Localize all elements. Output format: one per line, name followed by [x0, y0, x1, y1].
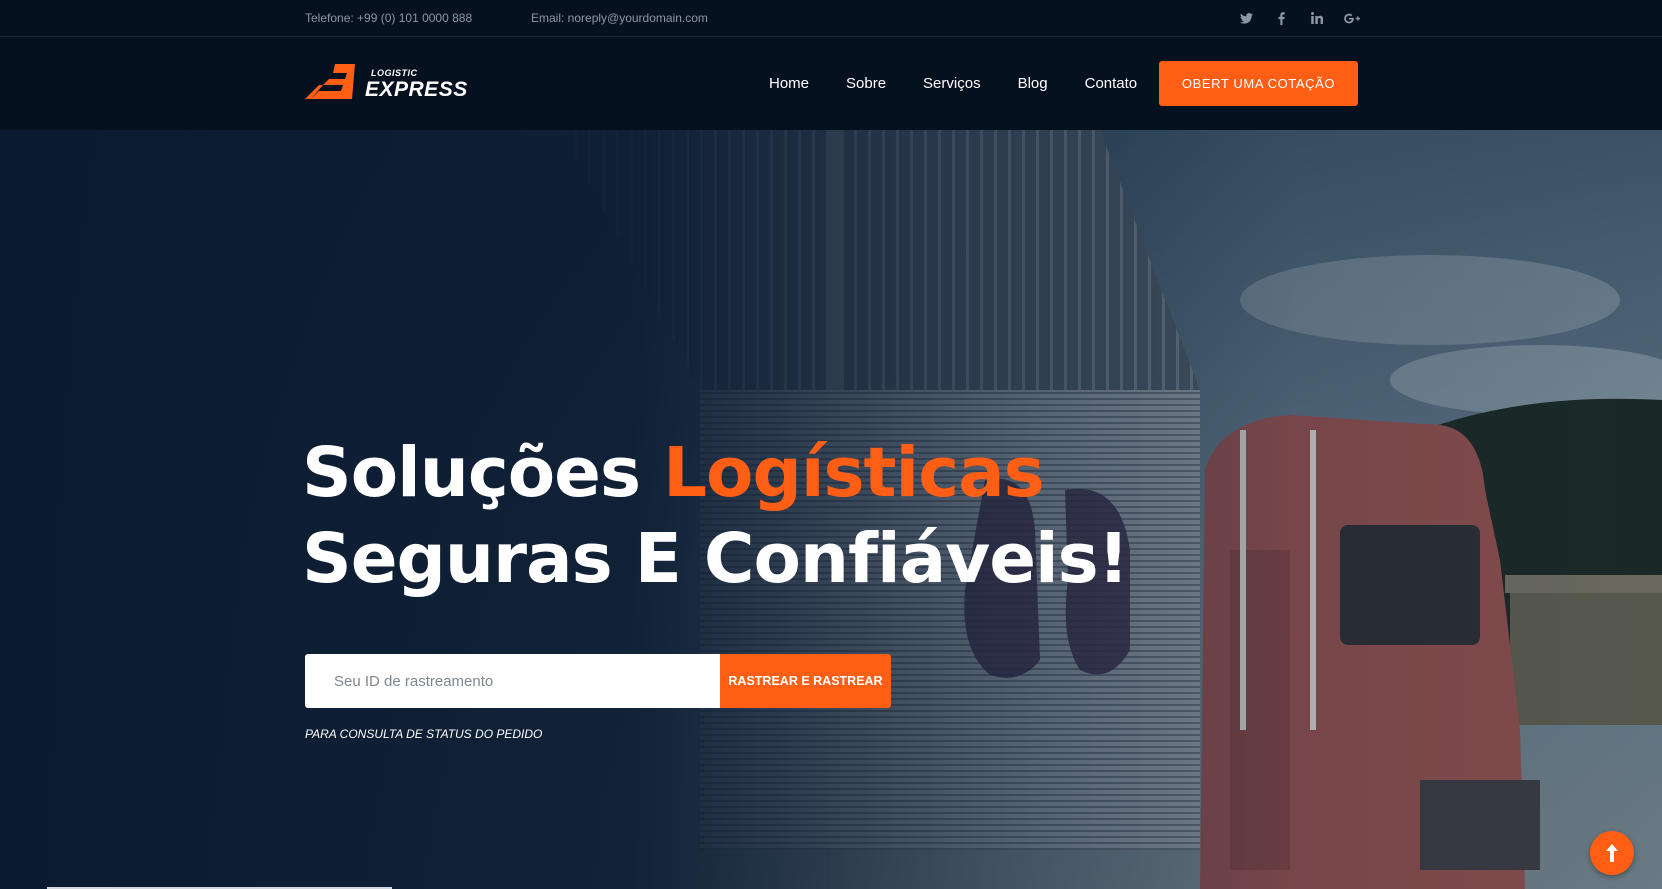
logo-small-text: LOGISTIC	[371, 68, 418, 78]
tracking-note: PARA CONSULTA DE STATUS DO PEDIDO	[305, 727, 543, 741]
headline-line2: Seguras E Confiáveis!	[302, 519, 1129, 599]
linkedin-icon[interactable]	[1299, 8, 1334, 28]
nav-item-sobre[interactable]: Sobre	[846, 75, 886, 92]
twitter-icon[interactable]	[1229, 8, 1264, 28]
get-quote-button[interactable]: OBERT UMA COTAÇÃO	[1159, 61, 1358, 106]
phone-number: Telefone: +99 (0) 101 0000 888	[305, 11, 473, 25]
headline-accent: Logísticas	[663, 433, 1045, 513]
hero-headline: Soluções Logísticas Seguras E Confiáveis…	[302, 430, 1129, 602]
tracking-id-input[interactable]	[305, 654, 720, 708]
nav-item-blog[interactable]: Blog	[1018, 75, 1048, 92]
logo[interactable]: LOGISTIC EXPRESS	[305, 63, 468, 103]
track-button[interactable]: RASTREAR E RASTREAR	[720, 654, 891, 708]
arrow-up-icon	[1606, 844, 1618, 862]
logo-big-text: EXPRESS	[365, 78, 468, 101]
google-plus-icon[interactable]	[1334, 8, 1369, 28]
back-to-top-button[interactable]	[1590, 831, 1634, 875]
logo-icon	[305, 64, 355, 99]
main-nav: Home Sobre Serviços Blog Contato	[769, 37, 1137, 130]
social-links	[1229, 8, 1369, 28]
facebook-icon[interactable]	[1264, 8, 1299, 28]
nav-item-contato[interactable]: Contato	[1085, 75, 1138, 92]
email-address: Email: noreply@yourdomain.com	[531, 11, 708, 25]
headline-part1: Soluções	[302, 433, 641, 513]
main-header: LOGISTIC EXPRESS Home Sobre Serviços Blo…	[0, 37, 1662, 130]
hero-section: Soluções Logísticas Seguras E Confiáveis…	[0, 130, 1662, 889]
top-bar: Telefone: +99 (0) 101 0000 888 Email: no…	[0, 0, 1662, 37]
tracking-form: RASTREAR E RASTREAR	[305, 654, 891, 708]
nav-item-servicos[interactable]: Serviços	[923, 75, 981, 92]
nav-item-home[interactable]: Home	[769, 75, 809, 92]
